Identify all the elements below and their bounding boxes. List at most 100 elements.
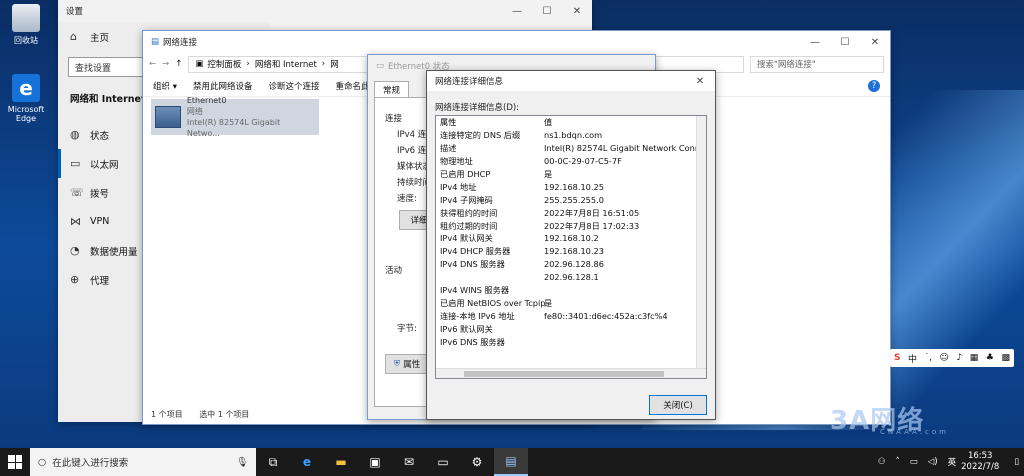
settings-titlebar[interactable]: 设置 — ☐ ✕ xyxy=(58,0,592,22)
breadcrumb-item[interactable]: 网 xyxy=(330,58,339,70)
table-row[interactable]: 已启用 DHCP 是 xyxy=(436,168,706,181)
tab-general[interactable]: 常规 xyxy=(374,81,410,98)
close-icon[interactable]: ✕ xyxy=(562,6,592,17)
mail-icon[interactable]: ✉ xyxy=(392,448,426,476)
minimize-icon[interactable]: — xyxy=(502,6,532,17)
window-title: 网络连接详细信息 xyxy=(435,77,504,87)
row-value: 192.168.10.25 xyxy=(544,181,604,192)
table-row[interactable]: IPv4 子网掩码 255.255.255.0 xyxy=(436,193,706,206)
table-row[interactable]: 已启用 NetBIOS over Tcpip 是 xyxy=(436,296,706,309)
windows-start-icon[interactable] xyxy=(8,455,22,469)
proxy-icon: ⊕ xyxy=(70,273,80,286)
volume-icon[interactable]: ◁) xyxy=(928,457,938,467)
up-icon[interactable]: ↑ xyxy=(175,59,182,69)
table-row[interactable]: 物理地址 00-0C-29-07-C5-7F xyxy=(436,155,706,168)
table-row[interactable]: 描述 Intel(R) 82574L Gigabit Network Connec… xyxy=(436,142,706,155)
input-language[interactable]: 英 xyxy=(948,456,957,468)
organize-button[interactable]: 组织 ▾ xyxy=(153,80,177,92)
taskbar-search-input[interactable]: ○ 在此键入进行搜索 🎙 xyxy=(30,448,256,476)
microphone-icon[interactable]: 🎙 xyxy=(236,457,248,468)
details-button-label: 详细 xyxy=(410,216,428,226)
vertical-scrollbar[interactable] xyxy=(696,116,706,378)
horizontal-scrollbar[interactable] xyxy=(436,368,706,378)
desktop-icon-recycle-bin[interactable]: 回收站 xyxy=(4,4,48,46)
explorer-search-input[interactable]: 搜索"网络连接" xyxy=(750,55,884,73)
network-tray-icon[interactable]: ▭ xyxy=(910,457,918,467)
network-connections-taskbar-icon[interactable]: ▤ xyxy=(494,448,528,476)
punctuation-icon[interactable]: ˙, xyxy=(925,353,932,363)
properties-button[interactable]: ⛨ 属性 xyxy=(385,354,429,374)
table-row[interactable]: IPv4 地址 192.168.10.25 xyxy=(436,180,706,193)
keyboard-icon[interactable]: ▦ xyxy=(970,353,979,363)
activity-section-label: 活动 xyxy=(385,266,403,276)
back-icon[interactable]: ← xyxy=(149,59,156,69)
settings-gear-icon[interactable]: ⚙ xyxy=(460,448,494,476)
edge-icon[interactable]: e xyxy=(290,448,324,476)
maximize-icon[interactable]: ☐ xyxy=(532,6,562,17)
adapter-ethernet0[interactable]: Ethernet0 网络 Intel(R) 82574L Gigabit Net… xyxy=(151,96,319,138)
sidebar-item-label: 代理 xyxy=(90,275,110,287)
table-row[interactable]: 连接特定的 DNS 后缀 ns1.bdqn.com xyxy=(436,129,706,142)
explorer-titlebar[interactable]: ▤ 网络连接 — ☐ ✕ xyxy=(143,31,890,53)
breadcrumb-item[interactable]: 控制面板 xyxy=(207,58,241,70)
close-icon[interactable]: ✕ xyxy=(685,76,715,87)
table-row[interactable]: IPv6 默认网关 xyxy=(436,322,706,335)
row-value: 202.96.128.86 xyxy=(544,259,604,270)
diagnose-button[interactable]: 诊断这个连接 xyxy=(268,80,319,92)
details-titlebar[interactable]: 网络连接详细信息 ✕ xyxy=(427,71,715,91)
table-row[interactable]: IPv4 默认网关 192.168.10.2 xyxy=(436,232,706,245)
breadcrumb-item[interactable]: 网络和 Internet xyxy=(255,58,317,70)
table-row[interactable]: 租约过期的时间 2022年7月8日 17:02:33 xyxy=(436,219,706,232)
control-panel-icon: ▣ xyxy=(195,59,204,69)
row-value: 是 xyxy=(544,169,553,179)
row-value: 是 xyxy=(544,297,553,308)
taskbar: ○ 在此键入进行搜索 🎙 ⧉ e ▬ ▣ ✉ ▭ ⚙ ▤ ⚇ ˄ ▭ ◁) 英 … xyxy=(0,448,1024,476)
details-list[interactable]: 属性 值 连接特定的 DNS 后缀 ns1.bdqn.com 描述 Intel(R) … xyxy=(435,115,707,379)
sogou-icon: S xyxy=(894,353,901,363)
file-explorer-icon[interactable]: ▬ xyxy=(324,448,358,476)
emoji-icon[interactable]: ☺ xyxy=(940,353,949,363)
ime-mode-label[interactable]: 中 xyxy=(908,352,917,365)
table-row[interactable]: IPv4 DNS 服务器 202.96.128.86 xyxy=(436,258,706,271)
close-button-label: 关闭(C) xyxy=(663,401,693,411)
microphone-icon[interactable]: ♪ xyxy=(956,353,962,363)
table-row[interactable]: 获得租约的时间 2022年7月8日 16:51:05 xyxy=(436,206,706,219)
table-row[interactable]: IPv4 DHCP 服务器 192.168.10.23 xyxy=(436,245,706,258)
network-adapter-icon xyxy=(155,106,181,128)
desktop-icon-edge[interactable]: e Microsoft Edge xyxy=(4,74,48,123)
clock-time: 16:53 xyxy=(967,451,993,461)
ime-toolbar[interactable]: S 中 ˙, ☺ ♪ ▦ ♣ ▩ xyxy=(890,349,1014,367)
skin-icon[interactable]: ♣ xyxy=(986,353,994,363)
window-title: 网络连接 xyxy=(163,38,198,48)
clock[interactable]: 16:53 2022/7/8 xyxy=(961,451,999,473)
disable-device-button[interactable]: 禁用此网络设备 xyxy=(193,80,253,92)
row-property: 已启用 DHCP xyxy=(440,169,491,179)
close-icon[interactable]: ✕ xyxy=(860,37,890,48)
forward-icon[interactable]: → xyxy=(162,59,169,69)
table-row[interactable]: 202.96.128.1 xyxy=(436,271,706,284)
help-icon[interactable]: ? xyxy=(868,79,880,92)
table-row[interactable]: IPv6 DNS 服务器 xyxy=(436,335,706,348)
rename-button[interactable]: 重命名此 xyxy=(336,80,370,92)
sidebar-item-label: 以太网 xyxy=(90,159,119,171)
people-icon[interactable]: ⚇ xyxy=(878,457,886,467)
scrollbar-thumb[interactable] xyxy=(464,371,664,377)
row-property: IPv4 DHCP 服务器 xyxy=(440,246,511,257)
column-header-value[interactable]: 值 xyxy=(544,116,706,128)
chevron-up-icon[interactable]: ˄ xyxy=(895,457,899,467)
table-row[interactable]: 连接-本地 IPv6 地址 fe80::3401:d6ec:452a:c3fc%4 xyxy=(436,309,706,322)
minimize-icon[interactable]: — xyxy=(800,37,830,48)
table-row[interactable]: IPv4 WINS 服务器 xyxy=(436,284,706,297)
terminal-icon[interactable]: ▭ xyxy=(426,448,460,476)
data-usage-icon: ◔ xyxy=(70,244,80,257)
task-view-icon[interactable]: ⧉ xyxy=(256,448,290,476)
maximize-icon[interactable]: ☐ xyxy=(830,37,860,48)
row-property: IPv4 WINS 服务器 xyxy=(440,285,510,296)
selected-count: 选中 1 个项目 xyxy=(199,410,250,419)
toolbox-icon[interactable]: ▩ xyxy=(1001,353,1010,363)
notification-icon[interactable]: ▯ xyxy=(1014,457,1019,467)
close-button[interactable]: 关闭(C) xyxy=(649,395,707,415)
column-header-property[interactable]: 属性 xyxy=(436,116,544,128)
store-icon[interactable]: ▣ xyxy=(358,448,392,476)
network-folder-icon: ▤ xyxy=(151,37,160,47)
